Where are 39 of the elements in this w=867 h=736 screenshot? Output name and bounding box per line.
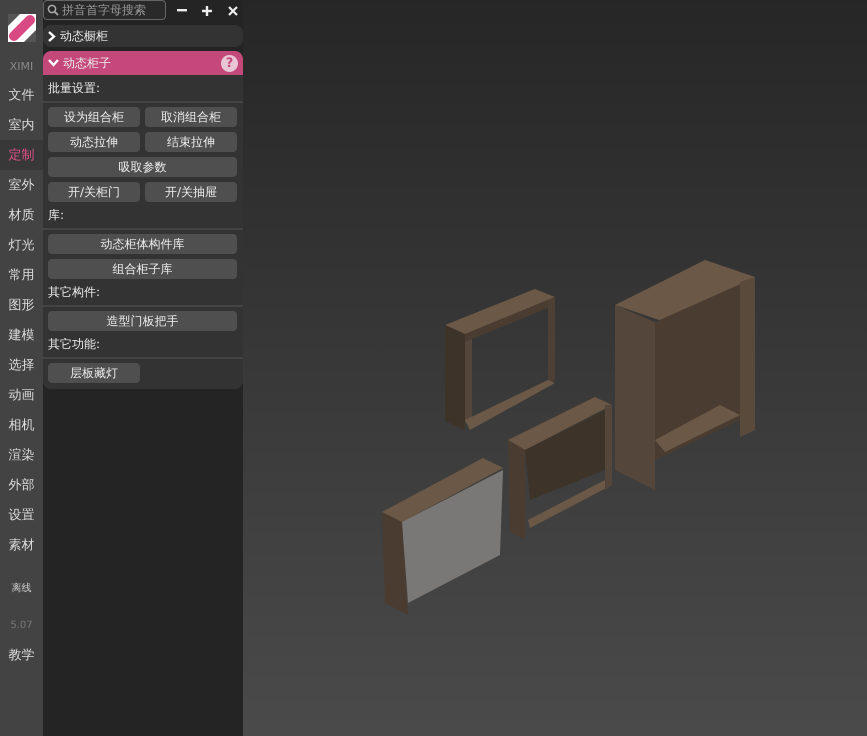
nav-item[interactable]: 素材 xyxy=(0,530,43,560)
action-button[interactable]: 动态柜体构件库 xyxy=(48,234,237,254)
nav-item[interactable]: 建模 xyxy=(0,320,43,350)
nav-item[interactable]: 材质 xyxy=(0,200,43,230)
search-icon xyxy=(47,4,59,16)
chevron-right-icon xyxy=(48,30,56,42)
nav-item[interactable]: 文件 xyxy=(0,80,43,110)
minus-icon xyxy=(176,9,187,12)
action-button[interactable]: 造型门板把手 xyxy=(48,311,237,331)
logo-icon xyxy=(8,14,36,42)
nav-item[interactable]: 渲染 xyxy=(0,440,43,470)
action-button[interactable]: 组合柜子库 xyxy=(48,259,237,279)
search-field[interactable]: 拼音首字母搜索 xyxy=(43,0,166,20)
section-header[interactable]: 动态橱柜 xyxy=(43,25,243,47)
action-button[interactable]: 设为组合柜 xyxy=(48,107,140,127)
nav-item[interactable]: 灯光 xyxy=(0,230,43,260)
nav-item[interactable]: 相机 xyxy=(0,410,43,440)
nav-item[interactable]: 外部 xyxy=(0,470,43,500)
nav-item[interactable]: 选择 xyxy=(0,350,43,380)
action-button[interactable]: 开/关柜门 xyxy=(48,182,140,202)
nav-item[interactable]: 室外 xyxy=(0,170,43,200)
action-button[interactable]: 开/关抽屉 xyxy=(145,182,237,202)
nav-item[interactable]: 教学 xyxy=(0,640,43,670)
plus-icon xyxy=(202,6,212,16)
offline-label[interactable]: 离线 xyxy=(0,566,43,610)
nav-item[interactable]: 图形 xyxy=(0,290,43,320)
chevron-down-icon xyxy=(48,59,59,67)
nav-item[interactable]: 常用 xyxy=(0,260,43,290)
section-header[interactable]: 动态柜子 ? xyxy=(43,51,243,75)
action-button[interactable]: 层板藏灯 xyxy=(48,363,140,383)
action-button[interactable]: 结束拉伸 xyxy=(145,132,237,152)
action-button[interactable]: 动态拉伸 xyxy=(48,132,140,152)
brand-label: XIMI xyxy=(8,58,34,74)
action-button[interactable]: 取消组合柜 xyxy=(145,107,237,127)
close-icon xyxy=(228,6,238,16)
nav-item[interactable]: 室内 xyxy=(0,110,43,140)
nav-item[interactable]: 设置 xyxy=(0,500,43,530)
nav-item[interactable]: 动画 xyxy=(0,380,43,410)
action-button[interactable]: 吸取参数 xyxy=(48,157,237,177)
